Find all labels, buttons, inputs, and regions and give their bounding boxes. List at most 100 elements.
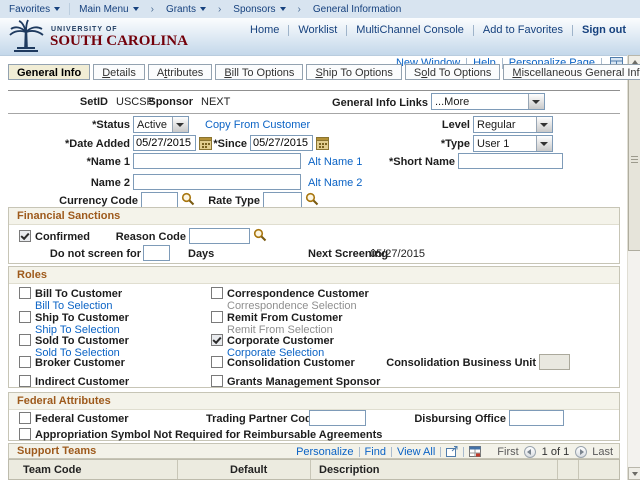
alt-name-2-link[interactable]: Alt Name 2 [308, 177, 362, 189]
chevron-down-icon [536, 117, 552, 132]
appropriation-symbol-checkbox[interactable] [19, 428, 31, 440]
download-grid-icon[interactable] [469, 446, 481, 457]
column-header-empty [579, 460, 619, 479]
consolidation-business-unit-input [539, 354, 570, 370]
usc-palmetto-logo-icon [7, 19, 47, 53]
breadcrumb-separator: › [148, 4, 157, 15]
general-info-links-label: General Info Links [300, 97, 428, 109]
short-name-input[interactable] [458, 153, 563, 169]
bill-to-selection-link[interactable]: Bill To Selection [35, 300, 112, 312]
breadcrumb-label: Sponsors [233, 4, 275, 15]
last-link[interactable]: Last [592, 446, 613, 458]
indirect-customer-label: Indirect Customer [35, 376, 129, 388]
find-link[interactable]: Find [365, 446, 386, 458]
multichannel-console-link[interactable]: MultiChannel Console [356, 24, 464, 36]
tab-miscellaneous-general-info[interactable]: Miscellaneous General Info [503, 64, 640, 80]
type-select[interactable]: User 1 [473, 135, 553, 152]
horizontal-rule [8, 90, 620, 91]
home-link[interactable]: Home [250, 24, 279, 36]
level-select[interactable]: Regular [473, 116, 553, 133]
since-input[interactable] [250, 135, 313, 151]
status-select[interactable]: Active [133, 116, 189, 133]
federal-customer-label: Federal Customer [35, 413, 129, 425]
financial-sanctions-title: Financial Sanctions [9, 208, 619, 225]
confirmed-checkbox[interactable] [19, 230, 31, 242]
corporate-customer-label: Corporate Customer [227, 335, 334, 347]
roles-title: Roles [9, 267, 619, 284]
tab-bill-to-options[interactable]: Bill To Options [215, 64, 303, 80]
reason-code-lookup-icon[interactable] [253, 228, 267, 242]
next-screening-value: 05/27/2015 [370, 248, 425, 260]
tab-sold-to-options[interactable]: Sold To Options [405, 64, 500, 80]
setid-label: SetID [40, 96, 108, 108]
breadcrumb-sponsors[interactable]: Sponsors [224, 0, 294, 18]
ship-to-customer-checkbox[interactable] [19, 311, 31, 323]
popup-window-icon[interactable] [446, 446, 458, 457]
header: UNIVERSITY OF SOUTH CAROLINA Home Workli… [0, 18, 640, 56]
federal-customer-checkbox[interactable] [19, 412, 31, 424]
breadcrumb-grants[interactable]: Grants [157, 0, 215, 18]
vertical-scrollbar[interactable] [627, 55, 640, 480]
type-label: *Type [360, 138, 470, 150]
breadcrumb: Favorites Main Menu › Grants › Sponsors … [0, 0, 640, 19]
copy-from-customer-link[interactable]: Copy From Customer [205, 119, 310, 131]
bill-to-customer-checkbox[interactable] [19, 287, 31, 299]
confirmed-label: Confirmed [35, 231, 90, 243]
name2-input[interactable] [133, 174, 301, 190]
breadcrumb-label: Main Menu [79, 4, 128, 15]
breadcrumb-general-information: General Information [304, 0, 410, 18]
breadcrumb-favorites[interactable]: Favorites [0, 0, 69, 18]
sponsor-value: NEXT [201, 96, 230, 108]
column-header-description: Description [311, 460, 558, 479]
separator [473, 25, 474, 36]
tab-attributes[interactable]: Attributes [148, 64, 212, 80]
trading-partner-code-input[interactable] [309, 410, 366, 426]
tab-general-info[interactable]: General Info [8, 64, 90, 80]
remit-from-customer-label: Remit From Customer [227, 312, 343, 324]
sold-to-customer-checkbox[interactable] [19, 334, 31, 346]
chevron-down-icon [172, 117, 188, 132]
currency-code-input[interactable] [141, 192, 178, 208]
view-all-link[interactable]: View All [397, 446, 435, 458]
bill-to-customer-label: Bill To Customer [35, 288, 122, 300]
general-info-links-select[interactable]: ...More [431, 93, 545, 110]
correspondence-customer-checkbox[interactable] [211, 287, 223, 299]
sign-out-link[interactable]: Sign out [582, 24, 626, 36]
previous-row-icon[interactable] [524, 446, 536, 458]
consolidation-customer-checkbox[interactable] [211, 356, 223, 368]
since-label: *Since [180, 138, 247, 150]
indirect-customer-checkbox[interactable] [19, 375, 31, 387]
tab-details[interactable]: Details [93, 64, 145, 80]
breadcrumb-main-menu[interactable]: Main Menu [70, 0, 147, 18]
rate-type-lookup-icon[interactable] [305, 192, 319, 206]
name1-input[interactable] [133, 153, 301, 169]
separator [288, 25, 289, 36]
worklist-link[interactable]: Worklist [298, 24, 337, 36]
broker-customer-checkbox[interactable] [19, 356, 31, 368]
grants-management-sponsor-checkbox[interactable] [211, 375, 223, 387]
breadcrumb-separator: › [295, 4, 304, 15]
scrollbar-thumb[interactable] [628, 71, 640, 251]
personalize-link[interactable]: Personalize [296, 446, 353, 458]
disbursing-office-input[interactable] [509, 410, 564, 426]
remit-from-customer-checkbox[interactable] [211, 311, 223, 323]
add-to-favorites-link[interactable]: Add to Favorites [483, 24, 563, 36]
reason-code-input[interactable] [189, 228, 250, 244]
separator [572, 25, 573, 36]
calendar-icon[interactable] [316, 136, 329, 150]
support-teams-grid-header: Team Code Default Description [8, 459, 620, 480]
south-carolina-text: SOUTH CAROLINA [50, 33, 188, 50]
support-teams-title: Support Teams [17, 445, 96, 457]
first-link[interactable]: First [497, 446, 518, 458]
corporate-customer-checkbox[interactable] [211, 334, 223, 346]
scroll-down-button[interactable] [628, 467, 640, 480]
do-not-screen-input[interactable] [143, 245, 170, 261]
rate-type-input[interactable] [263, 192, 302, 208]
status-label: *Status [20, 119, 130, 131]
next-row-icon[interactable] [575, 446, 587, 458]
tab-ship-to-options[interactable]: Ship To Options [306, 64, 401, 80]
column-header-team-code: Team Code [9, 460, 178, 479]
chevron-down-icon [133, 7, 139, 11]
level-label: Level [360, 119, 470, 131]
sponsor-label: Sponsor [125, 96, 193, 108]
